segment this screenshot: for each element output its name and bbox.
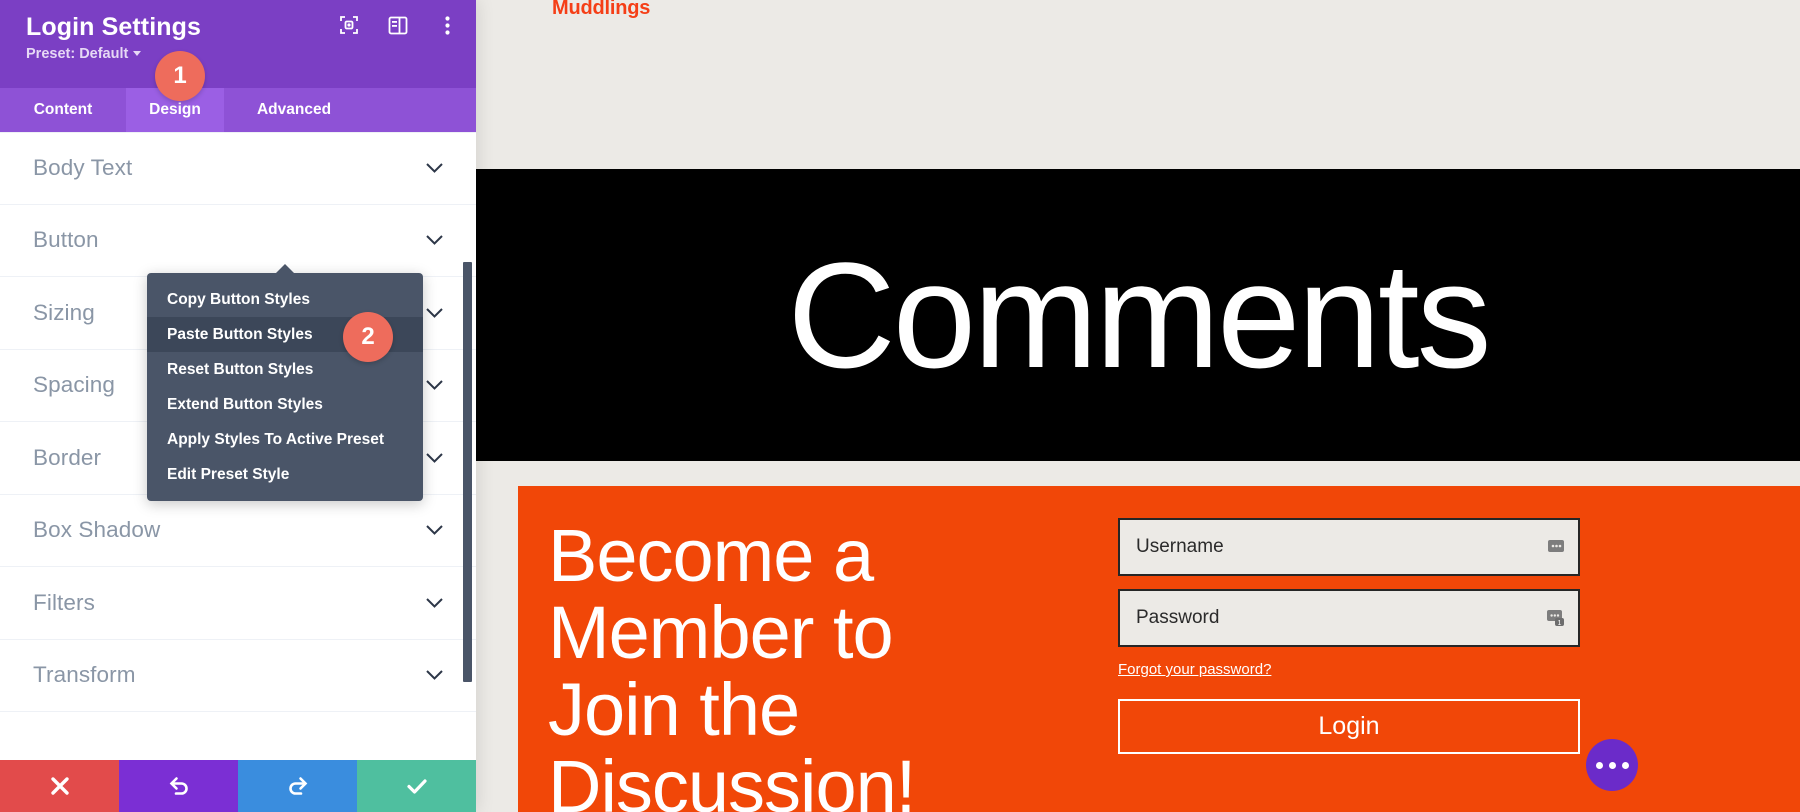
login-button[interactable]: Login [1118, 699, 1580, 754]
section-label: Border [33, 444, 102, 470]
menu-item-apply-styles-to-active-preset[interactable]: Apply Styles To Active Preset [147, 422, 423, 457]
tab-advanced[interactable]: Advanced [224, 88, 364, 132]
menu-item-extend-button-styles[interactable]: Extend Button Styles [147, 387, 423, 422]
username-placeholder: Username [1136, 536, 1224, 557]
comments-banner: Comments [476, 169, 1800, 461]
section-label: Spacing [33, 372, 116, 398]
chevron-down-icon [426, 525, 443, 536]
svg-text:1: 1 [1558, 620, 1562, 627]
member-heading: Become a Member to Join the Discussion! [548, 514, 916, 812]
page-preview: Muddlings Comments Become a Member to Jo… [476, 0, 1800, 812]
panel-footer [0, 760, 476, 812]
login-form: Username Password 1 Forgot your password… [1118, 518, 1580, 754]
password-manager-badge-icon[interactable]: 1 [1545, 608, 1567, 628]
chevron-down-icon [426, 380, 443, 391]
menu-item-edit-preset-style[interactable]: Edit Preset Style [147, 457, 423, 492]
panel-header: Login Settings Preset: Default [0, 0, 476, 88]
section-label: Filters [33, 589, 95, 615]
username-field[interactable]: Username [1118, 518, 1580, 576]
chevron-down-icon [426, 453, 443, 463]
comments-title: Comments [787, 231, 1491, 399]
save-button[interactable] [357, 760, 476, 812]
chevron-down-icon [426, 670, 443, 681]
password-placeholder: Password [1136, 607, 1220, 628]
app-root: Muddlings Comments Become a Member to Jo… [0, 0, 1800, 812]
button-styles-context-menu: Copy Button Styles Paste Button Styles R… [147, 264, 423, 501]
more-vertical-icon[interactable] [436, 14, 458, 36]
chevron-down-icon [426, 308, 443, 318]
redo-button[interactable] [238, 760, 357, 812]
section-box-shadow[interactable]: Box Shadow [0, 495, 476, 567]
dot [1621, 761, 1629, 769]
focus-icon[interactable] [338, 14, 360, 36]
section-label: Sizing [33, 299, 95, 325]
section-button[interactable]: Button [0, 205, 476, 277]
panel-scrollbar[interactable] [463, 262, 472, 682]
section-body-text[interactable]: Body Text [0, 132, 476, 205]
step-badge-1: 1 [155, 51, 205, 101]
panel-tabs: Content Design Advanced [0, 88, 476, 132]
menu-item-copy-button-styles[interactable]: Copy Button Styles [147, 282, 423, 317]
dot [1608, 761, 1616, 769]
more-options-fab[interactable] [1586, 739, 1638, 791]
undo-button[interactable] [119, 760, 238, 812]
section-label: Transform [33, 662, 136, 688]
discard-button[interactable] [0, 760, 119, 812]
site-brand[interactable]: Muddlings [552, 0, 650, 20]
chevron-down-icon [426, 598, 443, 608]
preset-selector[interactable]: Preset: Default [26, 46, 142, 62]
chevron-down-icon [426, 163, 443, 174]
tab-content[interactable]: Content [0, 88, 126, 132]
dot [1595, 761, 1603, 769]
section-label: Body Text [33, 155, 133, 181]
layout-panel-icon[interactable] [387, 14, 409, 36]
forgot-password-link[interactable]: Forgot your password? [1118, 661, 1271, 678]
section-label: Button [33, 227, 99, 253]
password-manager-icon[interactable] [1545, 537, 1567, 557]
section-transform[interactable]: Transform [0, 640, 476, 712]
preset-label: Preset: Default [26, 46, 129, 62]
password-field[interactable]: Password 1 [1118, 589, 1580, 647]
section-label: Box Shadow [33, 517, 161, 543]
chevron-down-icon [426, 235, 443, 246]
step-badge-2: 2 [343, 312, 393, 362]
panel-header-icons [338, 14, 458, 36]
chevron-down-icon [133, 51, 142, 56]
section-filters[interactable]: Filters [0, 567, 476, 640]
